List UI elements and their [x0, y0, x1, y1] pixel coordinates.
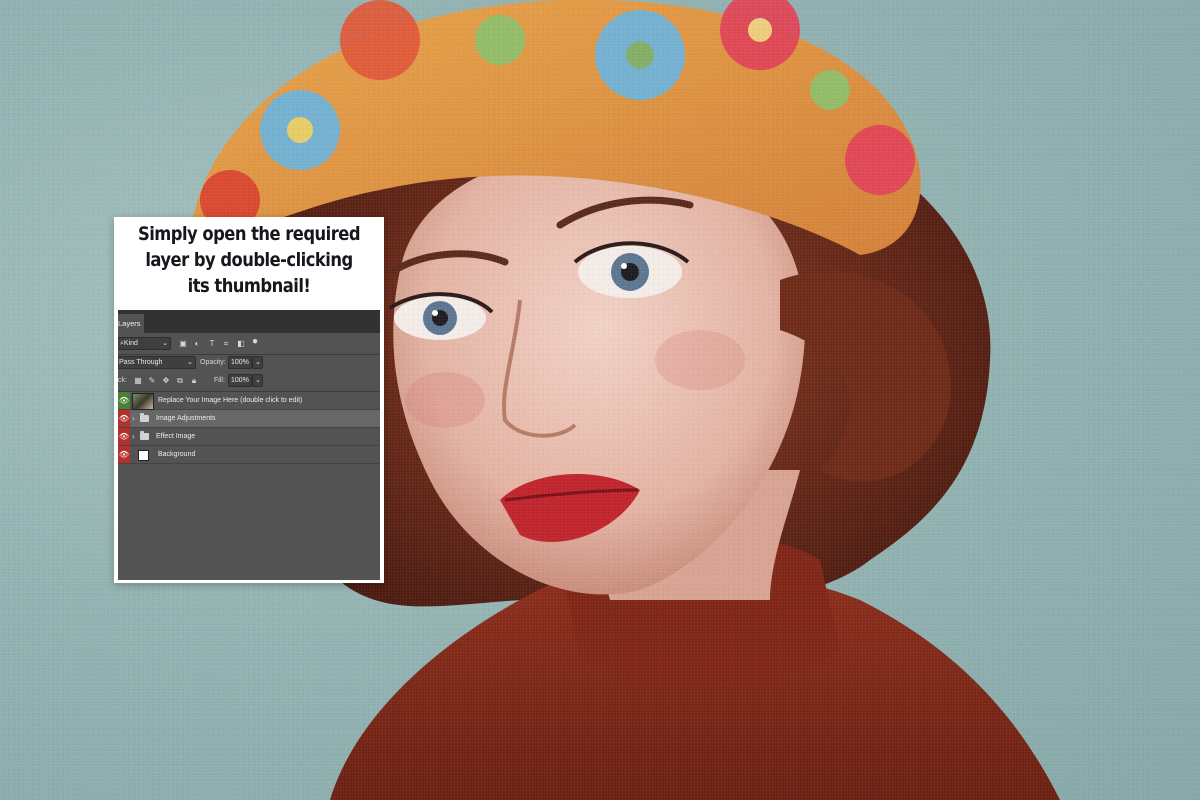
fill-label: Fill: — [214, 377, 225, 384]
layer-row-background[interactable]: 👁︎ Background — [118, 446, 380, 464]
layer-row-replace-image[interactable]: 👁︎ Replace Your Image Here (double click… — [118, 392, 380, 410]
type-filter-icon[interactable]: T — [207, 339, 217, 349]
opacity-dropdown[interactable]: ⌄ — [252, 356, 263, 369]
filter-kind-label: Kind — [123, 340, 138, 347]
lock-transparency-icon[interactable]: ▦ — [133, 376, 143, 386]
eye-icon[interactable]: 👁︎ — [118, 392, 130, 409]
adjustment-filter-icon[interactable]: ◐ — [192, 339, 202, 349]
layer-name: Replace Your Image Here (double click to… — [158, 397, 303, 404]
instruction-headline: Simply open the required layer by double… — [133, 221, 365, 299]
headline-line: layer by double-clicking — [145, 249, 353, 271]
fill-value: 100% — [231, 377, 249, 384]
fill-dropdown[interactable]: ⌄ — [252, 374, 263, 387]
eye-icon[interactable]: 👁︎ — [118, 446, 130, 463]
lock-artboard-icon[interactable]: ⧉ — [175, 376, 185, 386]
chevron-right-icon[interactable]: › — [132, 428, 135, 445]
smart-object-filter-icon[interactable]: ◧ — [236, 339, 246, 349]
chevron-down-icon: ⌄ — [162, 340, 168, 347]
lock-row: ck: ▦ ✎ ✥ ⧉ 🔒︎ Fill: 100% ⌄ — [118, 374, 380, 388]
folder-icon — [140, 431, 149, 440]
layer-name: Effect Image — [156, 433, 196, 440]
opacity-label: Opacity: — [200, 359, 226, 366]
filter-row: ⌕Kind ⌄ ▣ ◐ T ⌗ ◧ ● — [118, 337, 380, 351]
blend-row: Pass Through ⌄ Opacity: 100% ⌄ — [118, 356, 380, 370]
layer-row-image-adjustments[interactable]: 👁︎ › Image Adjustments — [118, 410, 380, 428]
shape-filter-icon[interactable]: ⌗ — [221, 339, 231, 349]
opacity-value: 100% — [231, 359, 249, 366]
blend-mode-select[interactable]: Pass Through ⌄ — [118, 356, 196, 369]
eye-icon[interactable]: 👁︎ — [118, 428, 130, 445]
layer-thumbnail[interactable] — [132, 393, 154, 410]
lock-position-icon[interactable]: ✥ — [161, 376, 171, 386]
divider — [118, 354, 380, 355]
layer-name: Background — [158, 451, 196, 458]
chevron-down-icon: ⌄ — [187, 359, 193, 366]
layer-thumbnail[interactable] — [138, 450, 149, 461]
layer-name: Image Adjustments — [156, 415, 216, 422]
filter-toggle-icon[interactable]: ● — [250, 337, 260, 347]
layers-panel: Layers ⌕Kind ⌄ ▣ ◐ T ⌗ ◧ ● Pass Through ⌄ … — [118, 310, 380, 580]
chevron-right-icon[interactable]: › — [132, 410, 135, 427]
eye-icon[interactable]: 👁︎ — [118, 410, 130, 427]
filter-kind-select[interactable]: ⌕Kind ⌄ — [118, 337, 171, 350]
lock-brush-icon[interactable]: ✎ — [147, 376, 157, 386]
opacity-input[interactable]: 100% — [228, 356, 252, 369]
chevron-down-icon: ⌄ — [255, 359, 261, 366]
lock-label: ck: — [118, 377, 127, 384]
headline-line: its thumbnail! — [187, 275, 311, 297]
layer-row-effect-image[interactable]: 👁︎ › Effect Image — [118, 428, 380, 446]
lock-all-icon[interactable]: 🔒︎ — [189, 376, 199, 386]
blend-mode-value: Pass Through — [119, 359, 163, 366]
panel-tab-bar: Layers — [118, 310, 380, 333]
tab-layers[interactable]: Layers — [118, 314, 144, 333]
chevron-down-icon: ⌄ — [255, 377, 261, 384]
headline-line: Simply open the required — [137, 223, 361, 245]
pixel-filter-icon[interactable]: ▣ — [178, 339, 188, 349]
folder-icon — [140, 413, 149, 422]
fill-input[interactable]: 100% — [228, 374, 252, 387]
